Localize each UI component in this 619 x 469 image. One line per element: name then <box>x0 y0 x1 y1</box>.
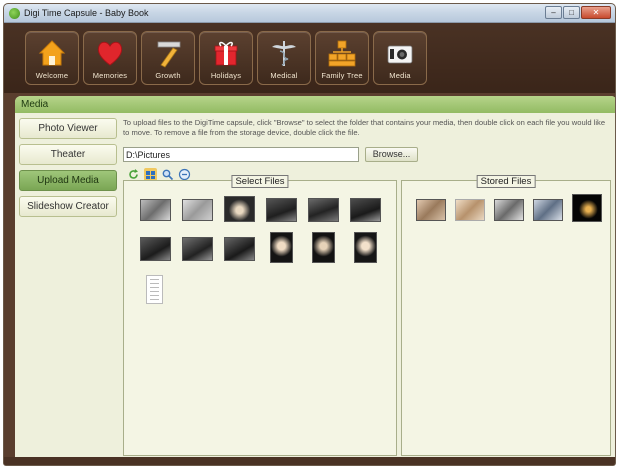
stored-thumbnail[interactable] <box>572 194 602 222</box>
heart-icon <box>97 41 123 66</box>
file-thumbnail[interactable] <box>266 198 297 222</box>
main-toolbar: Welcome Memories Growth Holidays Medical… <box>4 23 615 93</box>
gift-icon <box>214 41 238 66</box>
stored-files-title: Stored Files <box>476 175 536 188</box>
file-thumbnail[interactable] <box>354 232 377 263</box>
section-title: Media <box>15 96 615 113</box>
nav-memories[interactable]: Memories <box>83 31 137 85</box>
stored-thumbnail[interactable] <box>416 199 446 221</box>
upload-instructions: To upload files to the DigiTime capsule,… <box>123 118 606 137</box>
media-panel: Media Photo Viewer Theater Upload Media … <box>15 96 615 464</box>
nav-holidays-label: Holidays <box>210 71 242 80</box>
nav-growth[interactable]: Growth <box>141 31 195 85</box>
family-tree-icon <box>328 40 356 67</box>
ruler-pencil-icon <box>157 41 181 68</box>
app-icon <box>9 8 20 19</box>
file-thumbnail[interactable] <box>312 232 335 263</box>
file-thumbnail[interactable] <box>308 198 339 222</box>
file-thumbnail[interactable] <box>350 198 381 222</box>
folder-path-input[interactable] <box>123 147 359 162</box>
nav-welcome[interactable]: Welcome <box>25 31 79 85</box>
camera-icon <box>387 45 413 64</box>
file-thumbnail[interactable] <box>182 199 213 221</box>
sidebar-item-photo-viewer[interactable]: Photo Viewer <box>19 118 117 139</box>
path-row: Browse... <box>123 147 613 163</box>
nav-media-label: Media <box>389 71 411 80</box>
stored-thumbnail[interactable] <box>533 199 563 221</box>
nav-medical-label: Medical <box>270 71 298 80</box>
nav-medical[interactable]: Medical <box>257 31 311 85</box>
maximize-button[interactable]: □ <box>563 6 580 19</box>
select-files-pane[interactable]: Select Files <box>123 175 397 456</box>
file-thumbnail[interactable] <box>182 237 213 261</box>
bottom-bar <box>4 457 615 465</box>
sidebar-item-theater[interactable]: Theater <box>19 144 117 165</box>
window-title: Digi Time Capsule - Baby Book <box>24 8 149 18</box>
sidebar-item-slideshow-creator[interactable]: Slideshow Creator <box>19 196 117 217</box>
file-thumbnail[interactable] <box>224 237 255 261</box>
browse-button[interactable]: Browse... <box>365 147 418 162</box>
stored-files-pane[interactable]: Stored Files <box>401 175 611 456</box>
document-thumbnail[interactable] <box>146 275 163 304</box>
nav-welcome-label: Welcome <box>35 71 69 80</box>
file-thumbnail[interactable] <box>270 232 293 263</box>
stored-thumbnail[interactable] <box>494 199 524 221</box>
title-bar: Digi Time Capsule - Baby Book – □ ✕ <box>4 4 615 23</box>
file-thumbnail[interactable] <box>224 196 255 222</box>
house-icon <box>38 40 66 66</box>
sidebar-item-upload-media[interactable]: Upload Media <box>19 170 117 191</box>
app-window: Digi Time Capsule - Baby Book – □ ✕ Welc… <box>3 3 616 466</box>
file-thumbnail[interactable] <box>140 199 171 221</box>
caduceus-icon <box>272 41 296 66</box>
stored-thumbnail[interactable] <box>455 199 485 221</box>
media-sidebar: Photo Viewer Theater Upload Media Slides… <box>19 118 117 222</box>
file-thumbnail[interactable] <box>140 237 171 261</box>
close-button[interactable]: ✕ <box>581 6 611 19</box>
nav-growth-label: Growth <box>155 71 181 80</box>
nav-holidays[interactable]: Holidays <box>199 31 253 85</box>
minimize-button[interactable]: – <box>545 6 562 19</box>
select-files-title: Select Files <box>231 175 289 188</box>
nav-media[interactable]: Media <box>373 31 427 85</box>
nav-family-tree[interactable]: Family Tree <box>315 31 369 85</box>
nav-memories-label: Memories <box>92 71 128 80</box>
nav-family-tree-label: Family Tree <box>321 71 363 80</box>
upload-content: To upload files to the DigiTime capsule,… <box>123 118 613 456</box>
